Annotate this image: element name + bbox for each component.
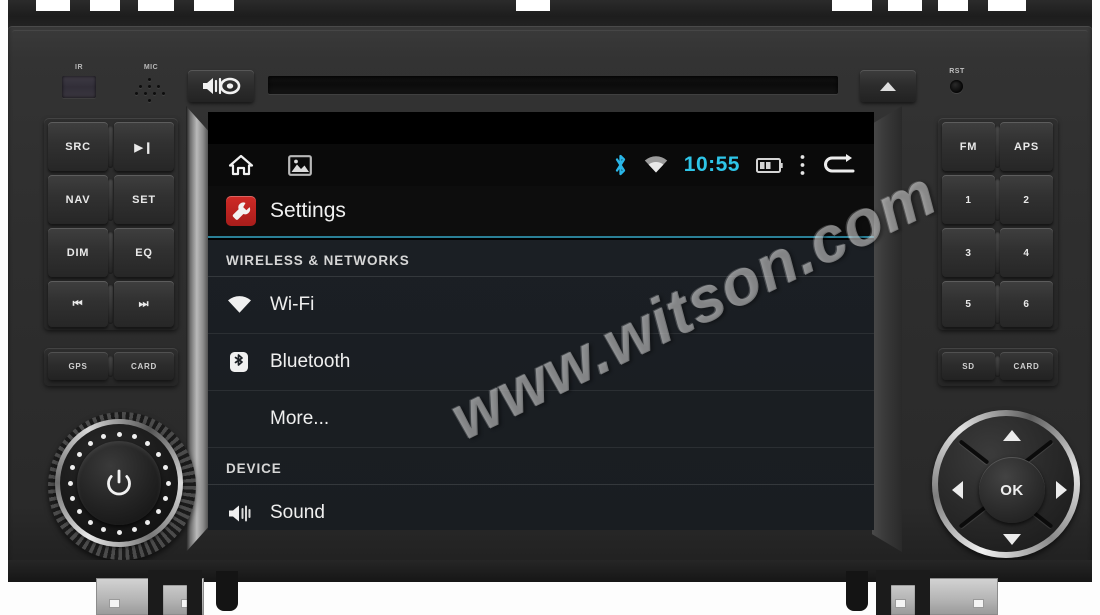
- wifi-icon: [226, 295, 252, 315]
- directional-pad[interactable]: OK: [932, 410, 1082, 562]
- list-item-more[interactable]: More...: [208, 391, 874, 448]
- preset-2-button[interactable]: 2: [1000, 175, 1053, 225]
- page-title: Settings: [270, 199, 346, 222]
- ok-button[interactable]: OK: [979, 457, 1045, 523]
- status-bar-clock: 10:55: [683, 153, 740, 176]
- dpad-face: OK: [938, 416, 1074, 552]
- button-divider: [995, 179, 1000, 221]
- preset-5-button[interactable]: 5: [942, 281, 995, 328]
- settings-button[interactable]: SET: [114, 175, 174, 225]
- button-divider: [995, 232, 1000, 274]
- bracket-tab-left: [216, 571, 238, 611]
- shroud-notch: [90, 0, 120, 11]
- slot-divider: [108, 356, 113, 377]
- eject-icon: [880, 81, 896, 91]
- touchscreen-display[interactable]: 10:55 Settings WIRELESS & NETWORKS Wi-Fi…: [208, 112, 874, 530]
- volume-power-knob[interactable]: [48, 412, 198, 562]
- dpad-slit: [958, 439, 990, 465]
- bracket-tab-right: [846, 571, 868, 611]
- up-arrow-icon[interactable]: [1003, 430, 1021, 441]
- screen-bezel-right: [872, 106, 902, 552]
- equalizer-button[interactable]: EQ: [114, 228, 174, 278]
- previous-track-button[interactable]: ⏮: [48, 281, 108, 328]
- shroud-notch: [988, 0, 1026, 11]
- bracket-hole: [895, 599, 906, 608]
- microphone-grid: [135, 78, 167, 102]
- right-slot-cluster: SD CARD: [938, 348, 1058, 386]
- dimmer-button[interactable]: DIM: [48, 228, 108, 278]
- left-button-cluster: SRC ▶❙ NAV SET DIM EQ ⏮ ⏭: [44, 118, 178, 330]
- left-arrow-icon[interactable]: [952, 481, 963, 499]
- preset-4-button[interactable]: 4: [1000, 228, 1053, 278]
- section-header-wireless: WIRELESS & NETWORKS: [208, 240, 874, 277]
- shroud-notch: [516, 0, 550, 11]
- home-icon[interactable]: [228, 153, 254, 177]
- bluetooth-icon: [226, 350, 252, 374]
- fm-band-button[interactable]: FM: [942, 122, 995, 172]
- button-divider: [995, 126, 1000, 168]
- source-button[interactable]: SRC: [48, 122, 108, 172]
- battery-icon: [756, 157, 783, 174]
- sound-icon: [226, 503, 252, 524]
- button-divider: [108, 179, 113, 221]
- left-slot-cluster: GPS CARD: [44, 348, 178, 386]
- aps-button[interactable]: APS: [1000, 122, 1053, 172]
- screenshot-root: IR MIC RST SRC ▶❙ NAV SET DIM EQ ⏮ ⏭ GPS…: [0, 0, 1100, 615]
- ir-receiver-window: [62, 76, 96, 98]
- right-arrow-icon[interactable]: [1056, 481, 1067, 499]
- shroud-notch: [938, 0, 968, 11]
- bluetooth-icon: [613, 153, 628, 177]
- power-icon: [107, 469, 131, 496]
- mic-label: MIC: [143, 64, 159, 71]
- shroud-notch: [888, 0, 922, 11]
- reset-label: RST: [949, 68, 965, 75]
- wifi-icon: [644, 155, 668, 175]
- settings-app-header: Settings: [208, 186, 874, 238]
- section-header-device: DEVICE: [208, 448, 874, 485]
- settings-list[interactable]: WIRELESS & NETWORKS Wi-Fi Bluetooth More…: [208, 240, 874, 530]
- list-item-sound[interactable]: Sound: [208, 485, 874, 530]
- shroud-notch: [36, 0, 70, 11]
- card-slot-right[interactable]: CARD: [1000, 352, 1053, 380]
- disc-slot[interactable]: [268, 76, 838, 94]
- button-divider: [108, 285, 113, 324]
- shroud-notch: [138, 0, 174, 11]
- right-button-cluster: FM APS 1 2 3 4 5 6: [938, 118, 1058, 330]
- down-arrow-icon[interactable]: [1003, 534, 1021, 545]
- bracket-hole: [973, 599, 984, 608]
- list-item-bluetooth[interactable]: Bluetooth: [208, 334, 874, 391]
- eject-button[interactable]: [860, 70, 916, 102]
- ir-label: IR: [75, 64, 83, 71]
- button-divider: [995, 285, 1000, 324]
- next-track-button[interactable]: ⏭: [114, 281, 174, 328]
- android-status-bar: 10:55: [208, 144, 874, 186]
- reset-button[interactable]: [950, 80, 963, 93]
- button-divider: [108, 232, 113, 274]
- slot-divider: [995, 356, 1000, 377]
- list-item-wifi[interactable]: Wi-Fi: [208, 277, 874, 334]
- list-item-label: Wi-Fi: [270, 294, 315, 315]
- settings-wrench-icon: [226, 196, 256, 226]
- power-button[interactable]: [77, 441, 161, 525]
- button-divider: [108, 126, 113, 168]
- list-item-label: More...: [270, 408, 330, 429]
- mute-button[interactable]: [188, 70, 254, 102]
- card-slot-left[interactable]: CARD: [114, 352, 174, 380]
- sd-slot[interactable]: SD: [942, 352, 995, 380]
- play-pause-button[interactable]: ▶❙: [114, 122, 174, 172]
- more-vertical-icon[interactable]: [799, 153, 806, 177]
- list-item-label: Sound: [270, 502, 325, 523]
- shroud-notch: [194, 0, 234, 11]
- gps-slot[interactable]: GPS: [48, 352, 108, 380]
- gallery-icon[interactable]: [288, 154, 312, 176]
- preset-6-button[interactable]: 6: [1000, 281, 1053, 328]
- bracket-hole: [109, 599, 120, 608]
- shroud-notch: [832, 0, 872, 11]
- speaker-mute-icon: [203, 77, 241, 95]
- navigation-button[interactable]: NAV: [48, 175, 108, 225]
- list-item-label: Bluetooth: [270, 351, 351, 372]
- preset-3-button[interactable]: 3: [942, 228, 995, 278]
- back-arrow-icon[interactable]: [822, 153, 856, 177]
- preset-1-button[interactable]: 1: [942, 175, 995, 225]
